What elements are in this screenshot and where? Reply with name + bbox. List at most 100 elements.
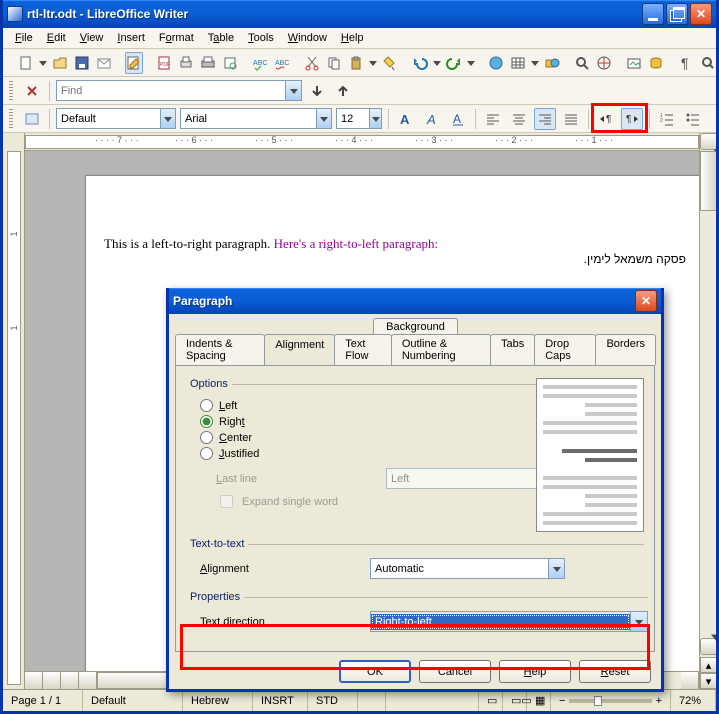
tab-alignment[interactable]: Alignment [264, 334, 335, 365]
textdir-dropdown[interactable] [630, 612, 647, 631]
tab-borders[interactable]: Borders [595, 334, 656, 365]
spellcheck-button[interactable]: ABC [251, 52, 269, 74]
tab-tabs[interactable]: Tabs [490, 334, 535, 365]
prev-page-icon[interactable]: ▴ [700, 657, 716, 673]
email-button[interactable] [95, 52, 113, 74]
cancel-button[interactable]: Cancel [419, 660, 491, 683]
bullets-button[interactable] [682, 108, 704, 130]
reset-button[interactable]: Reset [579, 660, 651, 683]
undo-button[interactable] [411, 52, 429, 74]
t2t-align-input[interactable] [371, 563, 548, 575]
opt-center-radio[interactable] [200, 431, 213, 444]
copy-button[interactable] [325, 52, 343, 74]
new-doc-dropdown[interactable] [39, 59, 47, 67]
toolbar-grip[interactable] [9, 81, 13, 101]
tab-indents-spacing[interactable]: Indents & Spacing [175, 334, 265, 365]
paragraph-ltr[interactable]: This is a left-to-right paragraph. Here'… [104, 236, 438, 252]
status-view-icon[interactable]: ▭ [479, 690, 503, 711]
font-name-dropdown[interactable] [316, 109, 331, 128]
font-size-combo[interactable] [336, 108, 382, 129]
paragraph-style-dropdown[interactable] [160, 109, 175, 128]
auto-spellcheck-button[interactable]: ABC [273, 52, 291, 74]
font-size-input[interactable] [337, 113, 369, 125]
format-paintbrush-button[interactable] [381, 52, 399, 74]
font-size-dropdown[interactable] [369, 109, 381, 128]
new-doc-button[interactable] [17, 52, 35, 74]
align-left-button[interactable] [482, 108, 504, 130]
tab-text-flow[interactable]: Text Flow [334, 334, 392, 365]
navigator-button[interactable] [595, 52, 613, 74]
align-justify-button[interactable] [560, 108, 582, 130]
menu-file[interactable]: File [9, 30, 39, 46]
print-preview-button[interactable] [177, 52, 195, 74]
find-prev-button[interactable] [332, 80, 354, 102]
status-book-view-icon[interactable]: ▭▭ [503, 690, 527, 711]
para1-link[interactable]: Here's a right-to-left paragraph: [274, 236, 438, 251]
font-name-combo[interactable] [180, 108, 332, 129]
table-button[interactable] [509, 52, 527, 74]
ltr-button[interactable]: ¶ [595, 108, 617, 130]
table-dropdown[interactable] [531, 59, 539, 67]
ok-button[interactable]: OK [339, 660, 411, 683]
edit-mode-button[interactable] [125, 52, 143, 74]
toolbar-grip[interactable] [9, 109, 13, 129]
dialog-close-button[interactable]: ✕ [635, 290, 657, 312]
menu-format[interactable]: Format [153, 30, 200, 46]
menu-window[interactable]: Window [282, 30, 333, 46]
find-input[interactable] [57, 85, 285, 97]
italic-button[interactable]: A [421, 108, 443, 130]
menu-view[interactable]: View [74, 30, 110, 46]
status-signature[interactable] [358, 690, 386, 711]
gallery-button[interactable] [625, 52, 643, 74]
restore-button[interactable] [666, 3, 688, 25]
next-page-icon[interactable]: ▾ [700, 673, 716, 689]
find-dropdown[interactable] [285, 81, 301, 100]
titlebar[interactable]: rtl-ltr.odt - LibreOffice Writer ✕ [3, 0, 716, 28]
close-button[interactable]: ✕ [690, 3, 712, 25]
status-language[interactable]: Hebrew [183, 690, 253, 711]
find-replace-button[interactable] [573, 52, 591, 74]
font-name-input[interactable] [181, 113, 316, 125]
status-zoom[interactable]: 72% [671, 690, 716, 711]
menu-edit[interactable]: Edit [41, 30, 72, 46]
export-pdf-button[interactable]: PDF [155, 52, 173, 74]
numbering-button[interactable]: 12 [656, 108, 678, 130]
tab-background[interactable]: Background [373, 318, 458, 335]
align-right-button[interactable] [534, 108, 556, 130]
opt-justified-radio[interactable] [200, 447, 213, 460]
rtl-button[interactable]: ¶ [621, 108, 643, 130]
status-insert-mode[interactable]: INSRT [253, 690, 308, 711]
close-findbar-button[interactable] [21, 80, 43, 102]
align-center-button[interactable] [508, 108, 530, 130]
status-page[interactable]: Page 1 / 1 [3, 690, 83, 711]
menu-insert[interactable]: Insert [111, 30, 151, 46]
t2t-align-combo[interactable] [370, 558, 565, 579]
data-sources-button[interactable] [647, 52, 665, 74]
find-next-button[interactable] [306, 80, 328, 102]
show-draw-functions-button[interactable] [543, 52, 561, 74]
tab-drop-caps[interactable]: Drop Caps [534, 334, 596, 365]
zoom-slider[interactable]: − + [551, 690, 671, 711]
help-button[interactable]: Help [499, 660, 571, 683]
paste-dropdown[interactable] [369, 59, 377, 67]
styles-window-button[interactable] [21, 108, 43, 130]
save-button[interactable] [73, 52, 91, 74]
redo-button[interactable] [445, 52, 463, 74]
menu-table[interactable]: Table [202, 30, 240, 46]
hyperlink-button[interactable] [487, 52, 505, 74]
underline-button[interactable]: A [447, 108, 469, 130]
zoom-button[interactable] [699, 52, 717, 74]
open-button[interactable] [51, 52, 69, 74]
menu-tools[interactable]: Tools [242, 30, 280, 46]
status-multi-view-icon[interactable]: ▦ [527, 690, 551, 711]
opt-right-radio[interactable] [200, 415, 213, 428]
opt-left-radio[interactable] [200, 399, 213, 412]
paragraph-rtl[interactable]: פסקה משמאל לימין. [584, 252, 686, 266]
textdir-value[interactable]: Right-to-left [371, 614, 630, 630]
nonprinting-chars-button[interactable]: ¶ [677, 52, 695, 74]
status-selection-mode[interactable]: STD [308, 690, 358, 711]
cut-button[interactable] [303, 52, 321, 74]
minimize-button[interactable] [642, 3, 664, 25]
vertical-scrollbar[interactable]: ▴ ▾ [699, 133, 716, 689]
print-button[interactable] [199, 52, 217, 74]
